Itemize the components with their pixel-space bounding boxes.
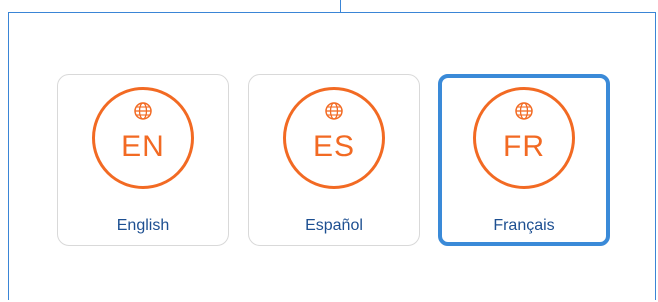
language-card-english[interactable]: EN English	[57, 74, 229, 246]
language-badge-circle: EN	[92, 87, 194, 189]
language-code: EN	[121, 130, 165, 163]
language-code: ES	[312, 130, 356, 163]
globe-icon	[515, 102, 533, 120]
language-badge-circle: FR	[473, 87, 575, 189]
language-card-french[interactable]: FR Français	[438, 74, 610, 246]
globe-icon	[325, 102, 343, 120]
globe-icon	[134, 102, 152, 120]
language-code: FR	[503, 130, 545, 163]
language-selector-frame: EN English ES Español FR Français	[0, 0, 658, 302]
language-label: Français	[493, 217, 555, 234]
language-badge-circle: ES	[283, 87, 385, 189]
language-label: English	[116, 217, 170, 234]
language-label: Español	[305, 217, 363, 234]
language-card-spanish[interactable]: ES Español	[248, 74, 420, 246]
